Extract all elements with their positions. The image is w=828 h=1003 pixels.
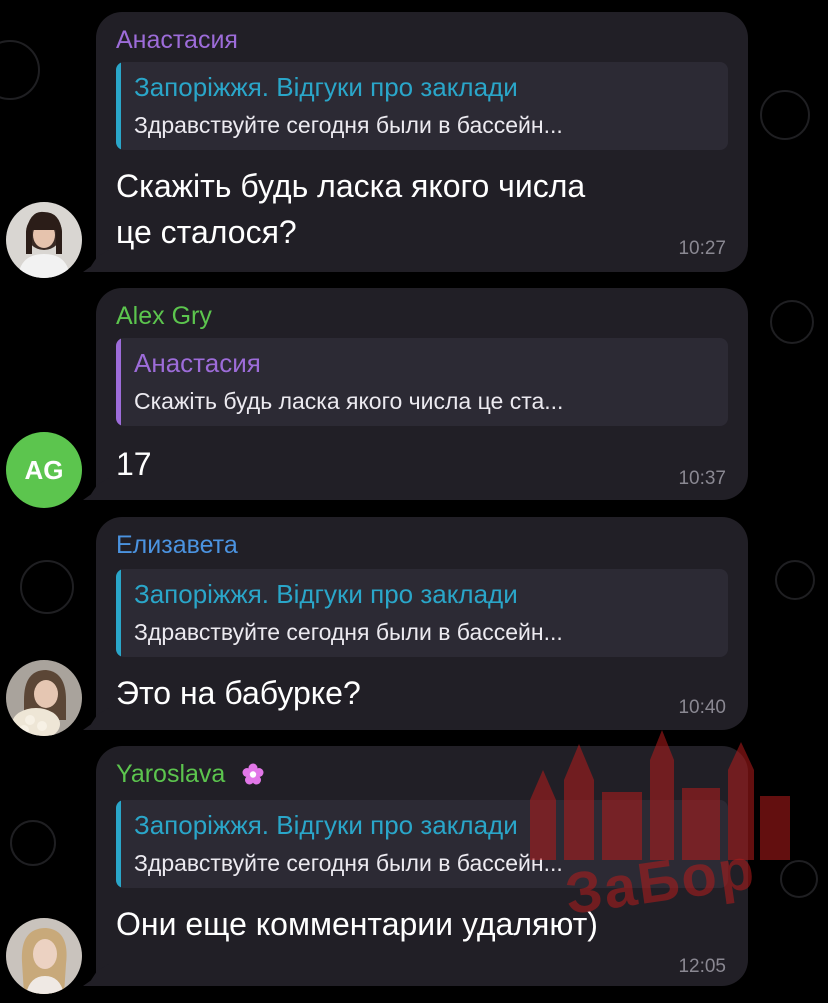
reply-text: Скажіть будь ласка якого числа це ста...: [134, 388, 564, 414]
avatar[interactable]: [6, 202, 82, 278]
avatar[interactable]: [6, 660, 82, 736]
reply-title: Запоріжжя. Відгуки про заклади: [134, 810, 518, 840]
reply-text: Здравствуйте сегодня были в бассейн...: [134, 112, 563, 138]
reply-accent-bar: [116, 338, 121, 426]
reply-preview[interactable]: Запоріжжя. Відгуки про заклади Здравству…: [116, 62, 728, 150]
message-text-line: Это на бабурке?: [116, 675, 361, 711]
message-time: 10:37: [678, 468, 726, 489]
reply-accent-bar: [116, 62, 121, 150]
avatar-photo-icon: [6, 660, 82, 736]
reply-preview[interactable]: Анастасия Скажіть будь ласка якого числа…: [116, 338, 728, 426]
sender-name[interactable]: Alex Gry: [116, 302, 212, 331]
message-time: 12:05: [678, 956, 726, 977]
sender-name[interactable]: Yaroslava: [116, 760, 225, 788]
reply-accent-bar: [116, 800, 121, 888]
flower-icon: [242, 763, 264, 785]
reply-preview[interactable]: Запоріжжя. Відгуки про заклади Здравству…: [116, 569, 728, 657]
avatar[interactable]: [6, 918, 82, 994]
avatar-photo-icon: [6, 202, 82, 278]
avatar-photo-icon: [6, 918, 82, 994]
reply-title: Анастасия: [134, 348, 261, 378]
sender-name[interactable]: Анастасия: [116, 26, 238, 55]
message-text-line: це сталося?: [116, 214, 297, 250]
avatar[interactable]: AG: [6, 432, 82, 508]
message-text-line: 17: [116, 446, 152, 482]
message-time: 10:27: [678, 238, 726, 259]
message-bubble[interactable]: Анастасия Запоріжжя. Відгуки про заклади…: [96, 12, 748, 272]
reply-text: Здравствуйте сегодня были в бассейн...: [134, 850, 563, 876]
message-bubble[interactable]: Alex Gry Анастасия Скажіть будь ласка як…: [96, 288, 748, 500]
reply-text: Здравствуйте сегодня были в бассейн...: [134, 619, 563, 645]
avatar-initials: AG: [24, 454, 64, 485]
message-text-line: Скажіть будь ласка якого числа: [116, 168, 586, 204]
sender-name-row[interactable]: Yaroslava: [116, 760, 264, 789]
message-time: 10:40: [678, 697, 726, 718]
sender-name[interactable]: Елизавета: [116, 531, 238, 560]
reply-accent-bar: [116, 569, 121, 657]
message-bubble[interactable]: Елизавета Запоріжжя. Відгуки про заклади…: [96, 517, 748, 730]
reply-title: Запоріжжя. Відгуки про заклади: [134, 72, 518, 102]
reply-title: Запоріжжя. Відгуки про заклади: [134, 579, 518, 609]
